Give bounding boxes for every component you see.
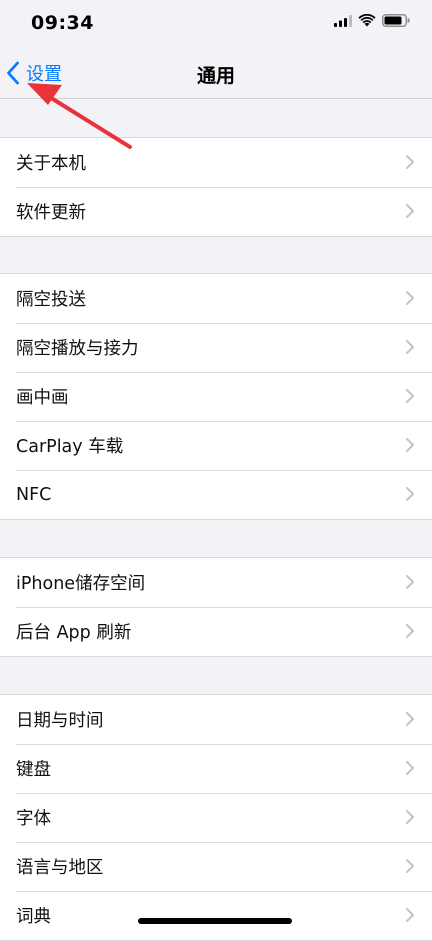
row-keyboard[interactable]: 键盘	[0, 744, 432, 793]
chevron-right-icon	[406, 389, 414, 403]
chevron-right-icon	[406, 487, 414, 501]
settings-group-device: 关于本机 软件更新	[0, 137, 432, 237]
navigation-bar: 设置 通用	[0, 48, 432, 99]
row-fonts[interactable]: 字体	[0, 793, 432, 842]
battery-icon	[382, 14, 410, 27]
row-label: 隔空播放与接力	[16, 339, 139, 359]
row-software-update[interactable]: 软件更新	[0, 187, 432, 236]
chevron-right-icon	[406, 340, 414, 354]
row-picture-in-picture[interactable]: 画中画	[0, 372, 432, 421]
row-label: 隔空投送	[16, 290, 86, 310]
chevron-right-icon	[406, 204, 414, 218]
status-icons	[334, 14, 410, 27]
row-carplay[interactable]: CarPlay 车载	[0, 421, 432, 470]
chevron-right-icon	[406, 712, 414, 726]
row-language-region[interactable]: 语言与地区	[0, 842, 432, 891]
row-nfc[interactable]: NFC	[0, 470, 432, 519]
row-label: 键盘	[16, 760, 51, 780]
row-label: iPhone储存空间	[16, 574, 146, 594]
chevron-right-icon	[406, 761, 414, 775]
chevron-right-icon	[406, 810, 414, 824]
row-label: 词典	[16, 907, 51, 927]
row-label: 后台 App 刷新	[16, 623, 132, 643]
chevron-right-icon	[406, 859, 414, 873]
row-airplay-handoff[interactable]: 隔空播放与接力	[0, 323, 432, 372]
status-time: 09:34	[31, 12, 94, 34]
chevron-right-icon	[406, 575, 414, 589]
row-label: 关于本机	[16, 154, 86, 174]
row-dictionary[interactable]: 词典	[0, 891, 432, 940]
wifi-icon	[358, 14, 376, 27]
settings-group-locale: 日期与时间 键盘 字体 语言与地区 词典	[0, 694, 432, 941]
row-label: 语言与地区	[16, 858, 104, 878]
row-iphone-storage[interactable]: iPhone储存空间	[0, 558, 432, 607]
chevron-right-icon	[406, 624, 414, 638]
row-background-app-refresh[interactable]: 后台 App 刷新	[0, 607, 432, 656]
page-title: 通用	[196, 65, 235, 87]
row-airdrop[interactable]: 隔空投送	[0, 274, 432, 323]
settings-group-connectivity: 隔空投送 隔空播放与接力 画中画 CarPlay 车载 NFC	[0, 273, 432, 520]
chevron-right-icon	[406, 908, 414, 922]
row-label: CarPlay 车载	[16, 437, 124, 457]
row-date-time[interactable]: 日期与时间	[0, 695, 432, 744]
chevron-right-icon	[406, 438, 414, 452]
cellular-signal-icon	[334, 14, 352, 27]
row-label: 画中画	[16, 388, 69, 408]
row-about[interactable]: 关于本机	[0, 138, 432, 187]
row-label: 字体	[16, 809, 51, 829]
home-indicator[interactable]	[138, 918, 292, 924]
settings-group-storage: iPhone储存空间 后台 App 刷新	[0, 557, 432, 657]
status-bar: 09:34	[0, 0, 432, 48]
row-label: 日期与时间	[16, 711, 104, 731]
chevron-right-icon	[406, 291, 414, 305]
row-label: 软件更新	[16, 203, 86, 223]
chevron-right-icon	[406, 155, 414, 169]
row-label: NFC	[16, 484, 52, 505]
